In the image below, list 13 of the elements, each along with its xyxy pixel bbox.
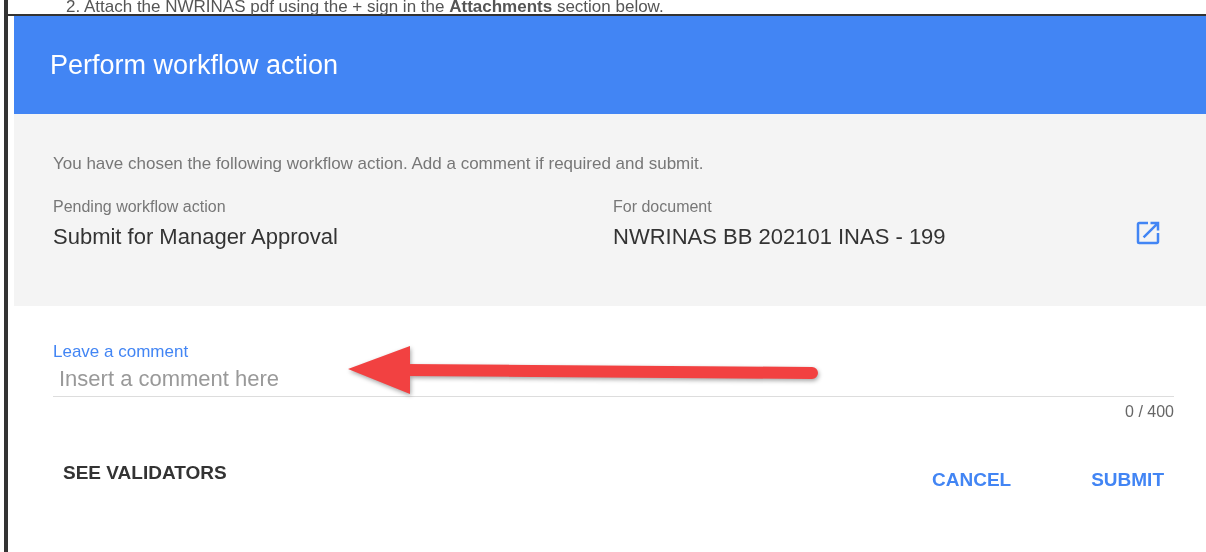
dialog-action-button[interactable]: CANCEL: [922, 461, 1022, 499]
detail-label: Pending workflow action: [53, 198, 226, 216]
validators-button[interactable]: SEE VALIDATORS: [53, 454, 237, 492]
detail-value: NWRINAS BB 202101 INAS - 199: [613, 224, 946, 250]
intro-text: You have chosen the following workflow action. Add a comment if required and submit.: [53, 154, 705, 174]
background-instruction: 2. Attach the NWRINAS pdf using the + sign in the Attachments section below.: [65, 0, 665, 14]
dialog-title: Perform workflow action: [50, 49, 339, 81]
character-counter: 0 / 400: [1125, 403, 1174, 421]
comment-field[interactable]: Insert a comment here: [53, 362, 1174, 397]
dialog-action-button[interactable]: SUBMIT: [1081, 461, 1174, 499]
field-label: Leave a comment: [53, 342, 189, 362]
detail-value: Submit for Manager Approval: [53, 224, 338, 250]
detail-label: For document: [613, 198, 712, 216]
